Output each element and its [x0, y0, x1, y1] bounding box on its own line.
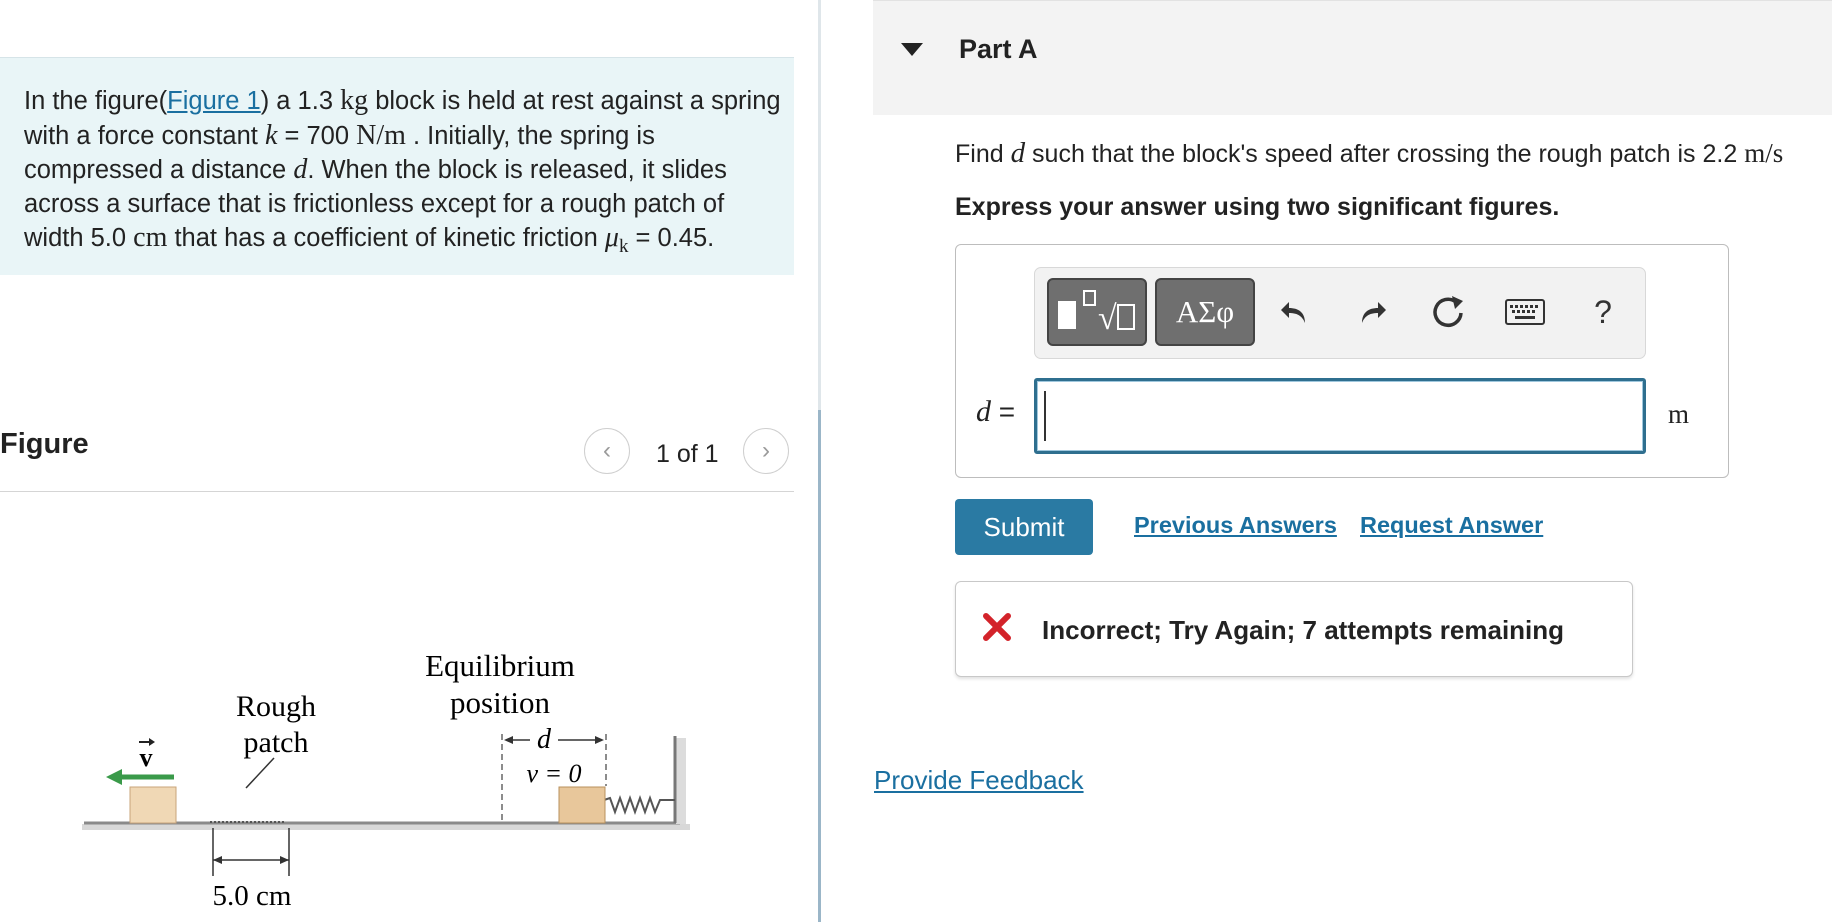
- block-moving: [129, 786, 177, 824]
- width-label: 5.0 cm: [213, 880, 292, 912]
- v-zero-label: v = 0: [526, 759, 581, 788]
- panel-separator-accent: [818, 410, 821, 922]
- answer-variable: d: [976, 395, 991, 428]
- rough-label-line1: Rough: [236, 690, 316, 723]
- redo-button[interactable]: [1348, 284, 1396, 340]
- problem-statement-box: In the figure(Figure 1) a 1.3 kg block i…: [0, 57, 794, 275]
- answer-equals: =: [991, 396, 1016, 427]
- spring: [603, 795, 675, 815]
- question-part: Find: [955, 140, 1011, 168]
- math-toolbar: √ ΑΣφ ?: [1034, 267, 1646, 359]
- undo-icon: [1281, 302, 1305, 323]
- previous-figure-button[interactable]: ‹: [584, 428, 630, 474]
- problem-text-part: that has a coefficient of kinetic fricti…: [167, 224, 605, 252]
- answer-box: √ ΑΣφ ? d = m: [955, 244, 1729, 478]
- question-part: such that the block's speed after crossi…: [1025, 140, 1745, 168]
- block-at-rest: [558, 786, 606, 824]
- figure-pager: 1 of 1: [656, 440, 719, 468]
- d-symbol: d: [293, 154, 308, 185]
- incorrect-x-icon: [983, 613, 1011, 641]
- problem-text-part: ) a 1.3: [260, 87, 341, 115]
- mass-unit: kg: [340, 85, 369, 116]
- previous-answers-link[interactable]: Previous Answers: [1134, 512, 1337, 539]
- velocity-arrowhead: [106, 769, 122, 785]
- greek-icon: ΑΣφ: [1175, 294, 1235, 329]
- provide-feedback-link[interactable]: Provide Feedback: [874, 765, 1084, 796]
- reset-icon: [1433, 296, 1463, 327]
- problem-text-part: In the figure(: [24, 87, 168, 115]
- rough-patch-pointer: [245, 757, 275, 789]
- greek-button[interactable]: ΑΣφ: [1155, 278, 1255, 346]
- d-arrow-right: [595, 736, 604, 744]
- feedback-message: Incorrect; Try Again; 7 attempts remaini…: [1042, 615, 1565, 645]
- help-icon: ?: [1594, 293, 1612, 330]
- question-d-symbol: d: [1010, 137, 1026, 169]
- mu-symbol: μ: [604, 222, 619, 253]
- equilibrium-label-line2: position: [450, 685, 550, 720]
- submit-button[interactable]: Submit: [955, 499, 1093, 555]
- feedback-box: Incorrect; Try Again; 7 attempts remaini…: [955, 581, 1633, 677]
- problem-text: In the figure(Figure 1) a 1.3 kg block i…: [24, 84, 784, 264]
- problem-text-part: = 700: [277, 121, 357, 150]
- chevron-right-icon: ›: [762, 437, 770, 464]
- question-unit: m/s: [1744, 138, 1784, 168]
- k-unit: N/m: [356, 119, 406, 151]
- wall-shadow: [676, 738, 686, 824]
- answer-input[interactable]: [1034, 378, 1646, 454]
- surface-shadow: [82, 824, 690, 830]
- keyboard-icon: [1505, 299, 1545, 325]
- text-caret: [1044, 391, 1046, 441]
- cm-unit: cm: [133, 222, 168, 253]
- figure-divider: [0, 491, 794, 492]
- reset-button[interactable]: [1425, 284, 1473, 340]
- problem-text-part: = 0.45.: [628, 224, 715, 252]
- figure-heading: Figure: [0, 428, 89, 460]
- width-arrow-left: [213, 856, 222, 864]
- part-a-header[interactable]: Part A: [873, 0, 1832, 115]
- equilibrium-label-line1: Equilibrium: [425, 648, 575, 683]
- request-answer-link[interactable]: Request Answer: [1360, 512, 1543, 539]
- part-title: Part A: [959, 34, 1038, 64]
- svg-text:√: √: [1098, 300, 1117, 337]
- keyboard-button[interactable]: [1501, 284, 1549, 340]
- template-button[interactable]: √: [1047, 278, 1147, 346]
- k-symbol: k: [264, 119, 278, 151]
- d-label: d: [537, 724, 552, 755]
- redo-icon: [1362, 302, 1386, 323]
- next-figure-button[interactable]: ›: [743, 428, 789, 474]
- velocity-label: v: [140, 743, 153, 772]
- instruction-text: Express your answer using two significan…: [955, 193, 1560, 221]
- rough-label-line2: patch: [244, 726, 309, 759]
- spring-block-figure: v Rough patch 5.0 cm Equilibrium positio…: [82, 648, 690, 912]
- template-icon: √: [1058, 290, 1135, 337]
- answer-variable-label: d =: [976, 395, 1015, 429]
- width-arrow-right: [280, 856, 289, 864]
- help-button[interactable]: ?: [1579, 284, 1627, 340]
- undo-button[interactable]: [1271, 284, 1319, 340]
- chevron-left-icon: ‹: [603, 437, 611, 464]
- answer-unit: m: [1668, 399, 1690, 429]
- caret-down-icon[interactable]: [901, 43, 923, 56]
- question-text: Find d such that the block's speed after…: [955, 137, 1783, 170]
- d-arrow-left: [504, 736, 513, 744]
- figure-1-link[interactable]: Figure 1: [167, 87, 261, 115]
